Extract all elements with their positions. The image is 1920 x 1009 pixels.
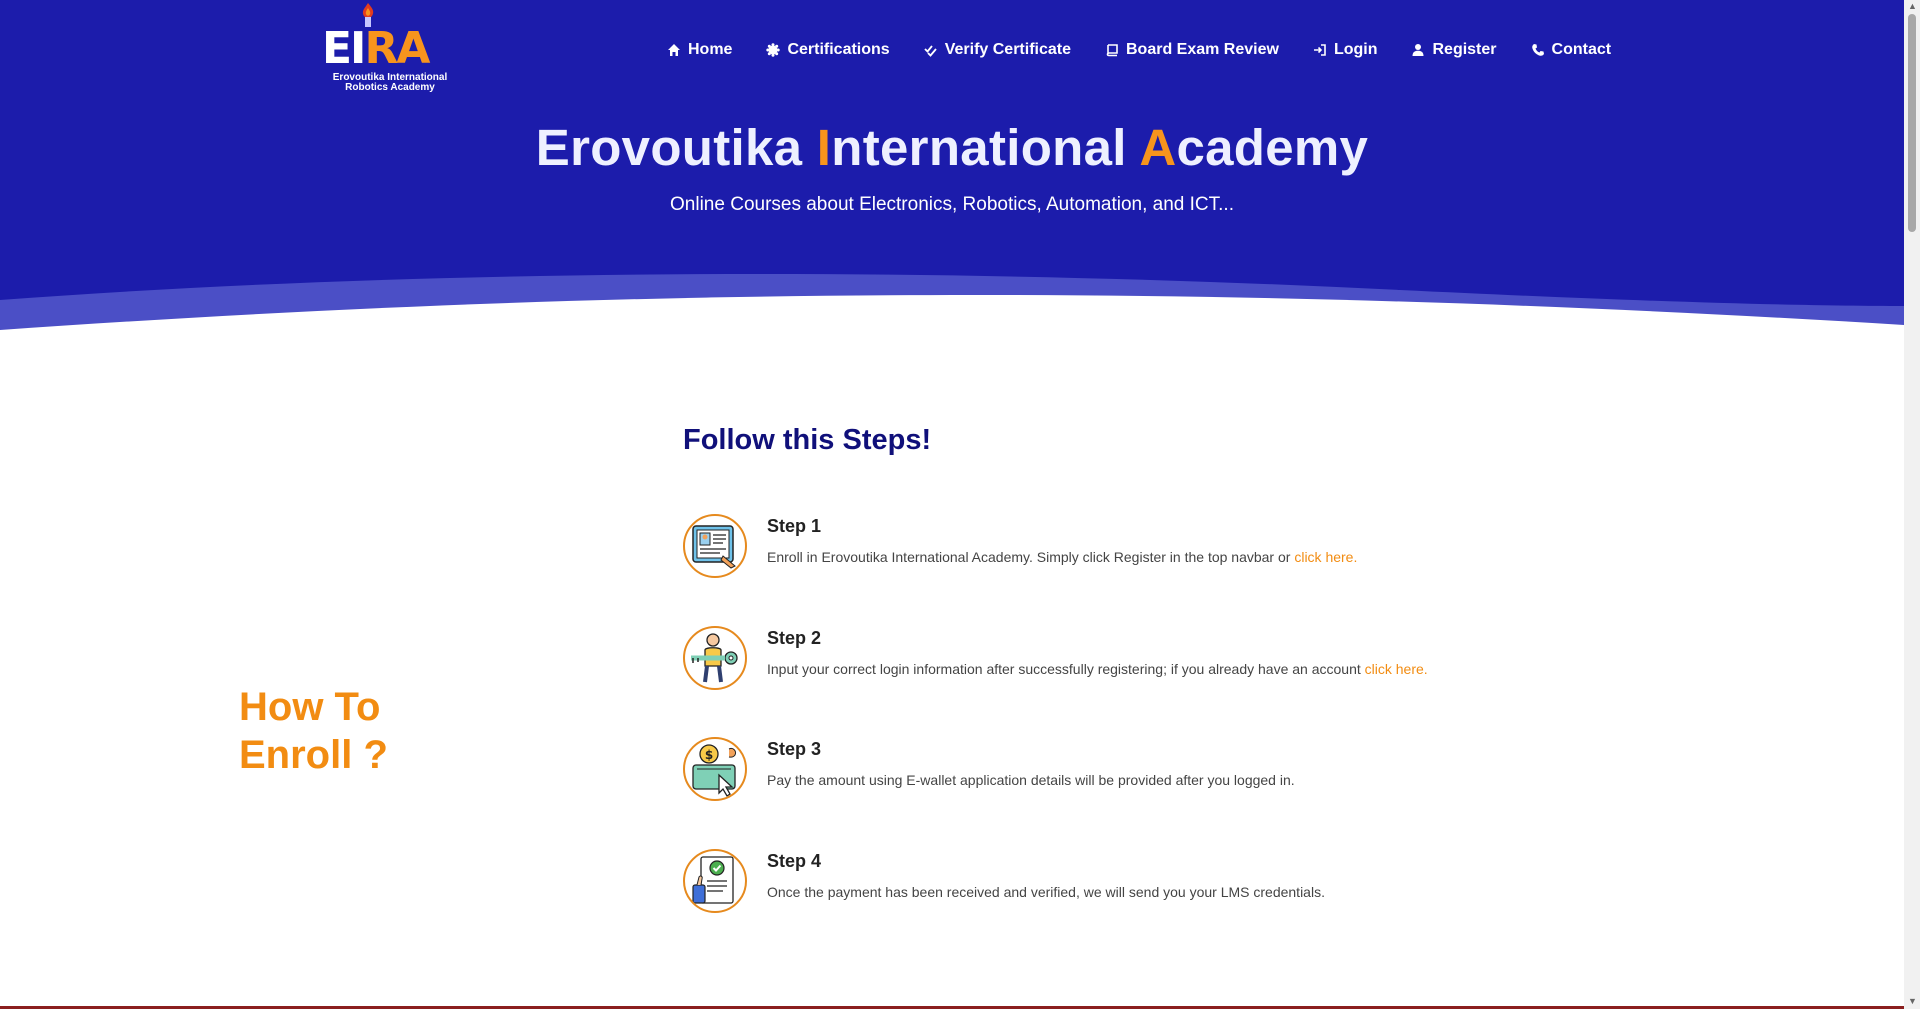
user-icon [1411, 43, 1425, 57]
step-item: Step 1 Enroll in Erovoutika Internationa… [683, 514, 1583, 584]
hero-subtitle: Online Courses about Electronics, Roboti… [670, 194, 1234, 215]
step-item: $ Step 3 Pay the amount using E-wallet a… [683, 737, 1583, 807]
nav-board-exam-review-label: Board Exam Review [1125, 41, 1279, 58]
phone-icon [1531, 43, 1545, 57]
sign-in-icon [1313, 43, 1327, 57]
nav-certifications-label: Certifications [787, 41, 890, 58]
person-with-key-icon [683, 626, 747, 690]
login-link[interactable]: click here. [1365, 661, 1428, 677]
vertical-scrollbar[interactable]: ▲ ▼ [1904, 0, 1920, 1009]
step-description: Input your correct login information aft… [767, 661, 1428, 677]
nav-verify-certificate[interactable]: Verify Certificate [924, 38, 1071, 62]
step-title: Step 3 [767, 739, 822, 759]
registration-form-icon [683, 514, 747, 578]
nav-login[interactable]: Login [1313, 38, 1378, 62]
step-description: Enroll in Erovoutika International Acade… [767, 549, 1358, 565]
svg-text:$: $ [705, 748, 713, 762]
nav-contact-label: Contact [1551, 41, 1612, 58]
scrollbar-thumb[interactable] [1908, 14, 1916, 232]
register-link[interactable]: click here. [1294, 549, 1357, 565]
online-payment-icon: $ [683, 737, 747, 801]
nav-certifications[interactable]: Certifications [766, 38, 890, 62]
nav-home[interactable]: Home [667, 38, 732, 62]
logo-letters: EIRA [322, 23, 430, 74]
nav-register[interactable]: Register [1411, 38, 1497, 62]
scroll-up-arrow-icon[interactable]: ▲ [1908, 2, 1917, 11]
step-item: Step 4 Once the payment has been receive… [683, 849, 1583, 919]
approved-document-icon [683, 849, 747, 913]
step-item: Step 2 Input your correct login informat… [683, 626, 1583, 696]
nav-login-label: Login [1333, 41, 1378, 58]
home-icon [667, 43, 681, 57]
badge-icon [766, 43, 781, 57]
step-title: Step 4 [767, 851, 822, 871]
nav-board-exam-review[interactable]: Board Exam Review [1105, 38, 1279, 62]
nav-register-label: Register [1432, 41, 1497, 58]
eira-logo[interactable]: EIRA Erovoutika International Robotics A… [322, 2, 458, 94]
logo-caption-line2: Robotics Academy [345, 82, 435, 93]
step-description: Pay the amount using E-wallet applicatio… [767, 772, 1295, 788]
nav-contact[interactable]: Contact [1531, 38, 1612, 62]
scroll-down-arrow-icon[interactable]: ▼ [1908, 997, 1917, 1006]
main-navbar: Home Certifications Verify Certificate B… [667, 38, 1611, 62]
steps-heading: Follow this Steps! [683, 424, 932, 456]
step-title: Step 2 [767, 628, 822, 648]
step-description: Once the payment has been received and v… [767, 884, 1325, 900]
hero-wave-divider [0, 274, 1904, 340]
page-viewport: EIRA Erovoutika International Robotics A… [0, 0, 1904, 1009]
book-icon [1105, 43, 1119, 57]
hero-title: Erovoutika International Academy [535, 119, 1369, 176]
double-check-icon [924, 43, 938, 57]
hero-header: EIRA Erovoutika International Robotics A… [0, 0, 1904, 340]
nav-verify-certificate-label: Verify Certificate [944, 41, 1071, 58]
nav-home-label: Home [688, 41, 733, 58]
step-title: Step 1 [767, 516, 822, 536]
how-to-enroll-heading: How To Enroll ? [239, 685, 388, 777]
